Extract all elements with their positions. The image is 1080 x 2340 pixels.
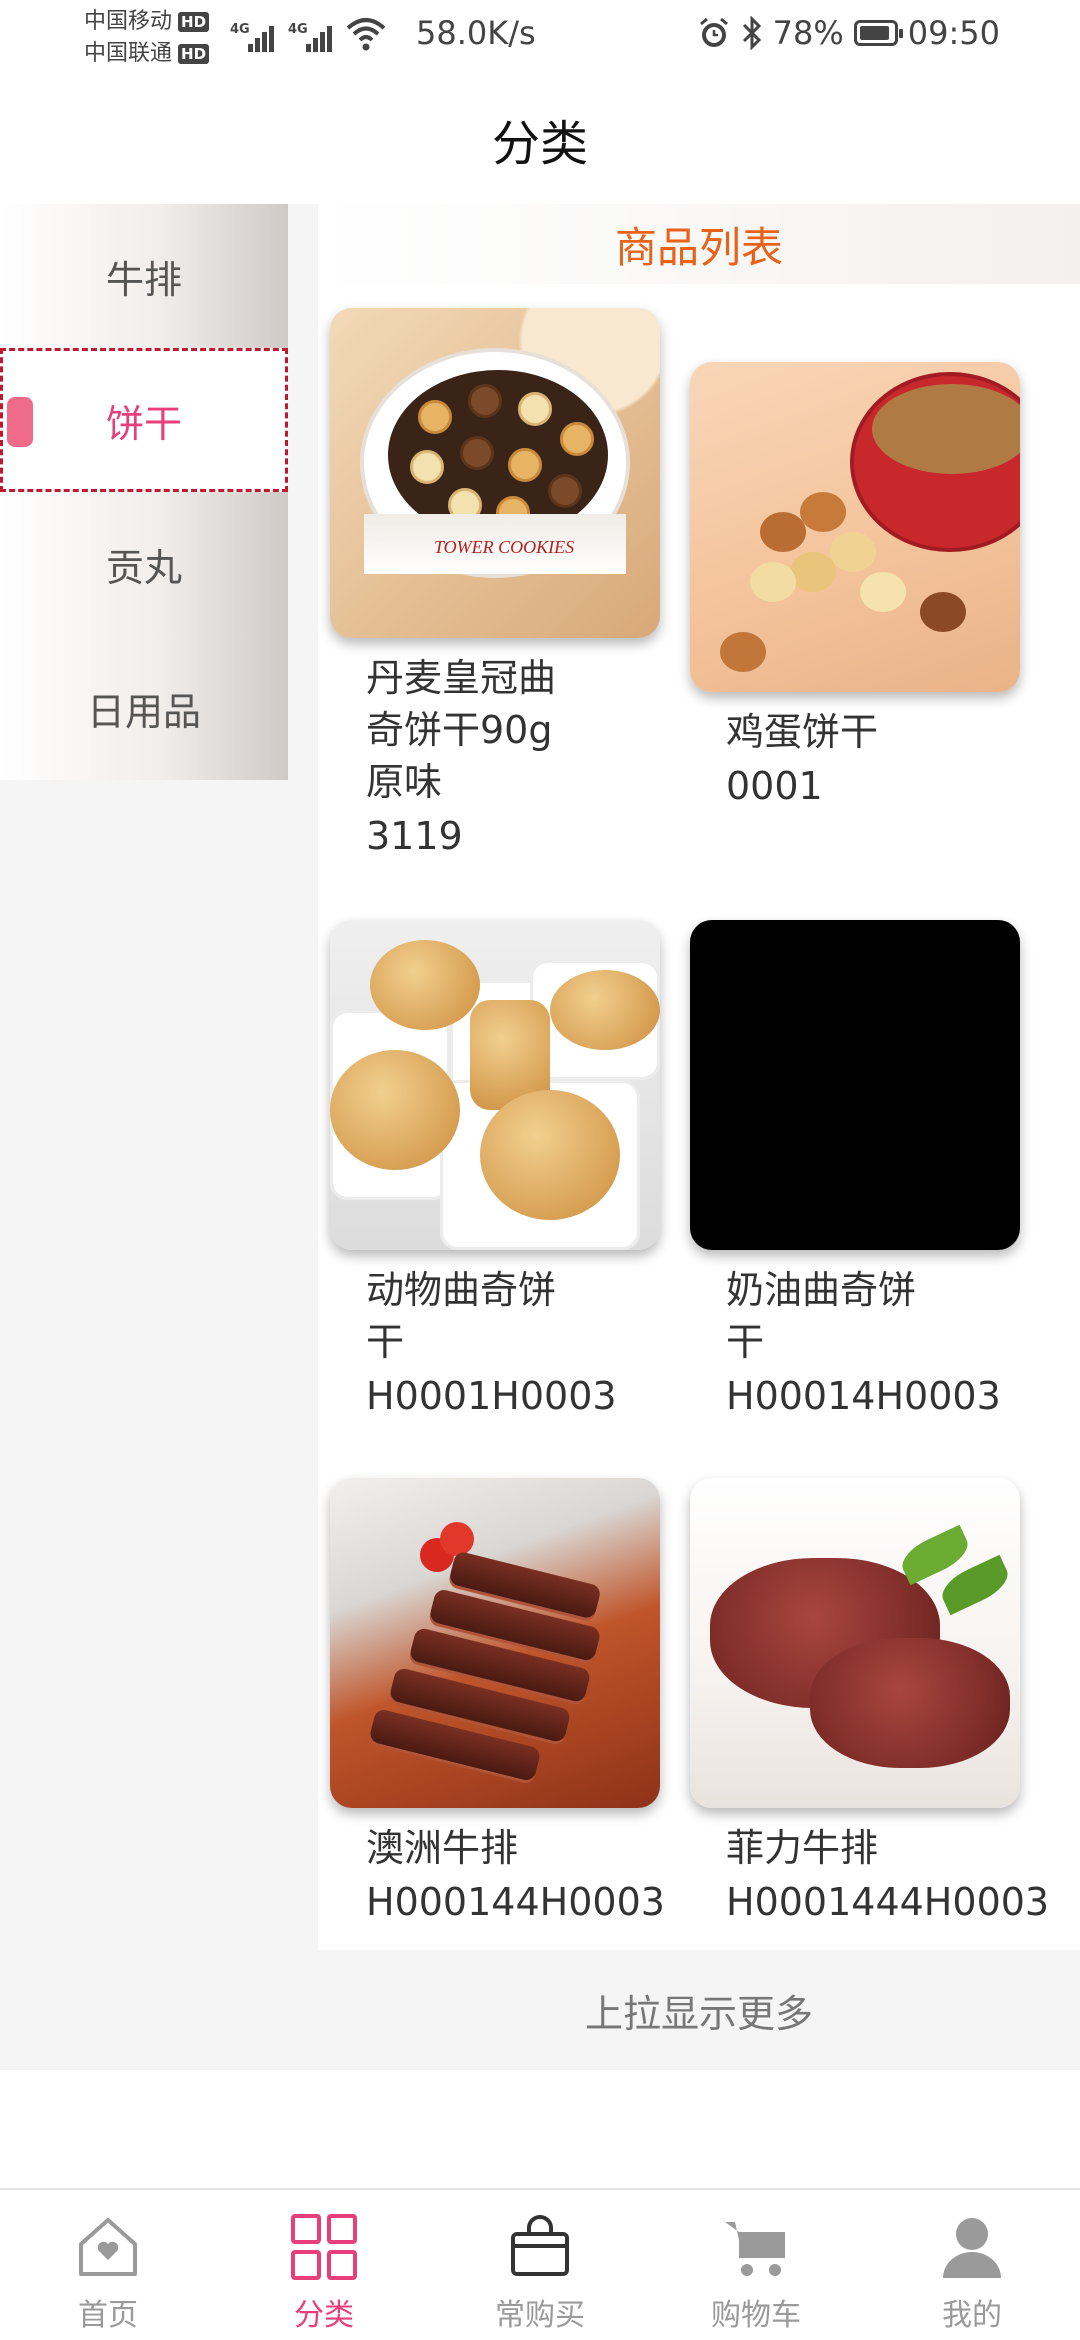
battery-percent: 78% xyxy=(772,14,844,52)
sidebar-item-label: 牛排 xyxy=(105,257,182,302)
carrier-1: 中国移动 xyxy=(84,9,173,34)
shopping-bag-icon xyxy=(511,2215,569,2276)
home-heart-icon xyxy=(79,2218,137,2276)
tab-label: 分类 xyxy=(294,2298,354,2333)
status-bar: 中国移动 HD 中国联通 HD 4G 4G 58.0K/s 78% 09:50 xyxy=(0,0,1080,74)
user-icon xyxy=(943,2218,1001,2278)
product-card[interactable]: 菲力牛排 H0001444H0003 xyxy=(690,1478,1050,1930)
product-image[interactable] xyxy=(690,1478,1020,1808)
active-indicator xyxy=(7,397,33,447)
sidebar-item-label: 饼干 xyxy=(105,401,182,446)
page-title: 分类 xyxy=(491,116,588,172)
bottom-tab-bar: 首页 分类 常购买 购物车 我的 xyxy=(0,2188,1080,2340)
sidebar-item-label: 贡丸 xyxy=(105,545,182,590)
product-price: H000144H0003 xyxy=(366,1880,665,1924)
tab-label: 常购买 xyxy=(495,2298,585,2333)
product-name: 菲力牛排 xyxy=(726,1826,879,1870)
product-panel: 商品列表 TOWER COOKIES 丹麦皇冠曲奇饼干90g 原味 3119 鸡… xyxy=(318,204,1080,1950)
sidebar-item-daily-goods[interactable]: 日用品 xyxy=(0,636,288,780)
carrier-info: 中国移动 HD 中国联通 HD xyxy=(84,6,210,70)
wifi-icon xyxy=(346,18,386,51)
product-list-title: 商品列表 xyxy=(318,204,1080,284)
product-image[interactable] xyxy=(690,362,1020,692)
product-name: 动物曲奇饼干 xyxy=(366,1268,557,1364)
sidebar-background xyxy=(0,780,318,2070)
network-speed: 58.0K/s xyxy=(416,14,536,52)
product-price: 0001 xyxy=(726,764,823,808)
product-card[interactable]: 动物曲奇饼干 H0001H0003 xyxy=(330,920,690,1424)
alarm-icon xyxy=(699,17,728,47)
clock: 09:50 xyxy=(907,14,1000,52)
cart-icon xyxy=(725,2222,785,2276)
tab-label: 购物车 xyxy=(711,2298,801,2333)
tab-cart[interactable]: 购物车 xyxy=(648,2190,864,2340)
tab-mine[interactable]: 我的 xyxy=(864,2190,1080,2340)
product-card[interactable]: 奶油曲奇饼干 H00014H0003 xyxy=(690,920,1050,1424)
product-name: 鸡蛋饼干 xyxy=(726,710,879,754)
tin-brand-text: TOWER COOKIES xyxy=(434,537,575,557)
load-more-hint[interactable]: 上拉显示更多 xyxy=(318,1950,1080,2070)
product-price: H0001H0003 xyxy=(366,1374,617,1418)
product-name: 澳洲牛排 xyxy=(366,1826,519,1870)
product-image[interactable] xyxy=(330,920,660,1250)
sidebar-item-biscuits[interactable]: 饼干 xyxy=(0,348,288,492)
tab-label: 我的 xyxy=(942,2298,1002,2333)
signal-icon: 4G xyxy=(288,22,332,52)
product-price: 3119 xyxy=(366,814,463,858)
sidebar-item-meatballs[interactable]: 贡丸 xyxy=(0,492,288,636)
product-name: 丹麦皇冠曲奇饼干90g 原味 xyxy=(366,656,557,804)
carrier-2: 中国联通 xyxy=(84,41,173,66)
product-price: H00014H0003 xyxy=(726,1374,1001,1418)
product-image[interactable]: TOWER COOKIES xyxy=(330,308,660,638)
product-card[interactable]: TOWER COOKIES 丹麦皇冠曲奇饼干90g 原味 3119 xyxy=(330,308,690,864)
system-status: 78% 09:50 xyxy=(697,14,1000,52)
product-name: 奶油曲奇饼干 xyxy=(726,1268,917,1364)
battery-icon xyxy=(853,20,903,46)
page-header: 分类 xyxy=(0,74,1080,204)
signal-indicators: 4G 4G xyxy=(230,16,386,52)
tab-frequent-buy[interactable]: 常购买 xyxy=(432,2190,648,2340)
signal-icon: 4G xyxy=(230,22,274,52)
tab-category[interactable]: 分类 xyxy=(216,2190,432,2340)
product-grid: TOWER COOKIES 丹麦皇冠曲奇饼干90g 原味 3119 鸡蛋饼干 0… xyxy=(318,284,1080,1950)
product-card[interactable]: 鸡蛋饼干 0001 xyxy=(690,362,1050,814)
product-image[interactable] xyxy=(330,1478,660,1808)
product-image[interactable] xyxy=(690,920,1020,1250)
category-sidebar: 牛排 饼干 贡丸 日用品 xyxy=(0,204,288,780)
product-price: H0001444H0003 xyxy=(726,1880,1050,1924)
hd-badge: HD xyxy=(178,12,210,32)
bluetooth-icon xyxy=(742,16,761,50)
product-card[interactable]: 澳洲牛排 H000144H0003 xyxy=(330,1478,690,1930)
tab-home[interactable]: 首页 xyxy=(0,2190,216,2340)
grid-icon xyxy=(291,2214,357,2280)
tab-label: 首页 xyxy=(78,2298,138,2333)
sidebar-item-label: 日用品 xyxy=(86,689,201,734)
hd-badge: HD xyxy=(178,44,210,64)
sidebar-item-steak[interactable]: 牛排 xyxy=(0,204,288,348)
